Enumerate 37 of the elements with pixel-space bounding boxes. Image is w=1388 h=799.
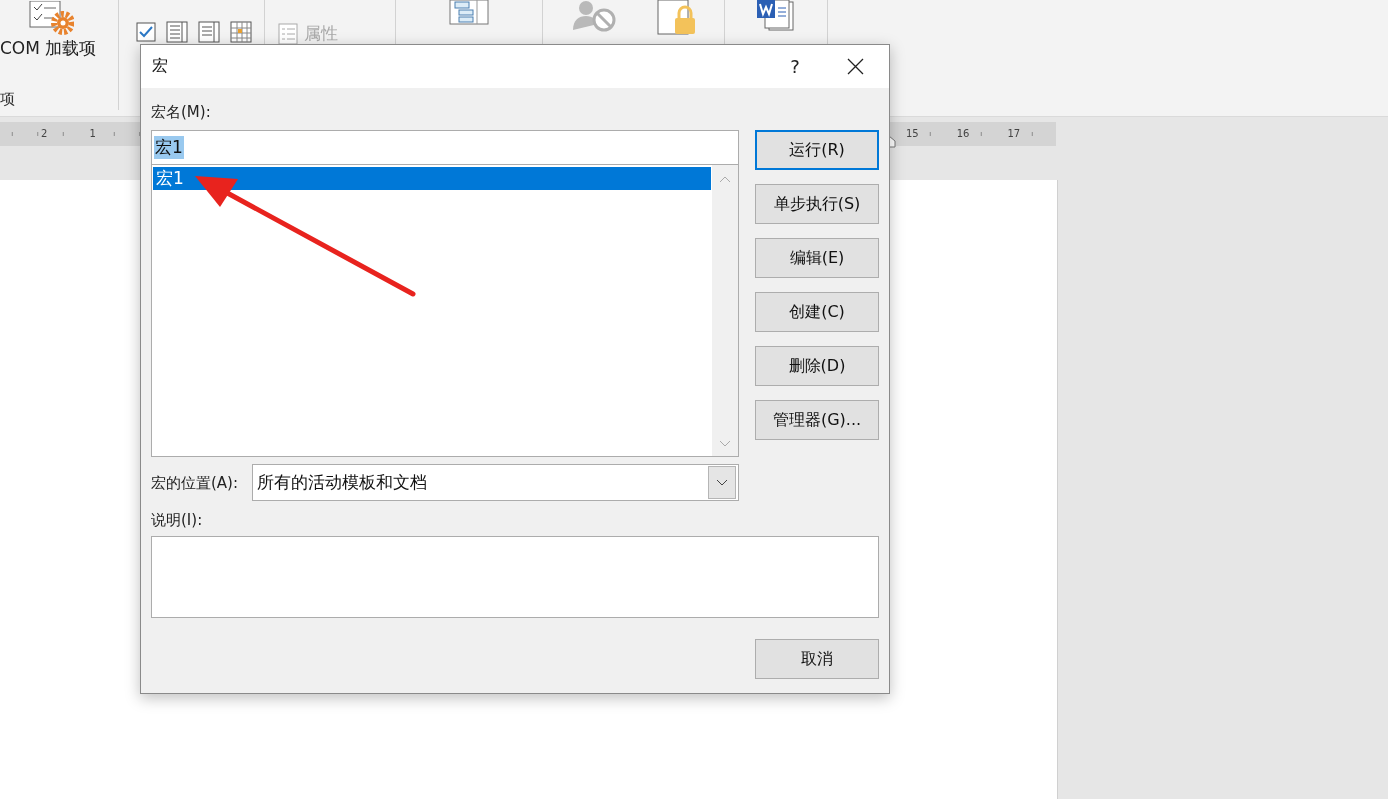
combo-box-icon[interactable] <box>166 21 188 43</box>
macro-list-item[interactable]: 宏1 <box>153 167 711 190</box>
dialog-button[interactable]: 运行(R) <box>755 130 879 170</box>
ruler-number: 15 <box>904 128 921 140</box>
scrollbar[interactable] <box>712 165 738 456</box>
xml-tree-icon[interactable] <box>449 0 489 26</box>
field-label: 宏的位置(A): <box>151 472 239 494</box>
cancel-button[interactable]: 取消 <box>755 639 879 679</box>
list-box-icon[interactable] <box>198 21 220 43</box>
date-picker-icon[interactable] <box>230 21 252 43</box>
blocked-person-icon[interactable] <box>571 0 617 32</box>
macro-name-field[interactable]: 宏1 <box>151 130 739 165</box>
ruler-number: 2 <box>39 128 50 140</box>
scroll-down-icon[interactable] <box>719 439 731 448</box>
dialog-title: 宏 <box>152 56 169 77</box>
dialog-button[interactable]: 删除(D) <box>755 346 879 386</box>
com-addins-button[interactable]: COM 加载项 <box>0 1 118 60</box>
scroll-up-icon[interactable] <box>719 175 731 184</box>
chevron-down-icon[interactable] <box>716 479 728 486</box>
field-label: 说明(I): <box>151 510 204 531</box>
ruler-number: 16 <box>954 128 972 140</box>
word-template-icon[interactable] <box>757 0 795 32</box>
checkbox-icon[interactable] <box>136 22 156 42</box>
help-button[interactable]: ? <box>770 45 820 88</box>
ruler-number: 1 <box>87 128 98 140</box>
dialog-button[interactable]: 管理器(G)... <box>755 400 879 440</box>
description-field[interactable] <box>151 536 879 618</box>
location-dropdown[interactable]: 所有的活动模板和文档 <box>252 464 739 501</box>
ruler-number: 17 <box>1005 128 1023 140</box>
close-icon <box>846 58 864 75</box>
dialog-button[interactable]: 创建(C) <box>755 292 879 332</box>
document-lock-icon[interactable] <box>657 0 697 36</box>
field-label: 宏名(M): <box>151 102 212 123</box>
checklist-gear-icon[interactable] <box>28 1 74 35</box>
dialog-button[interactable]: 编辑(E) <box>755 238 879 278</box>
group-label: 项 <box>0 90 16 109</box>
dialog-button[interactable]: 单步执行(S) <box>755 184 879 224</box>
